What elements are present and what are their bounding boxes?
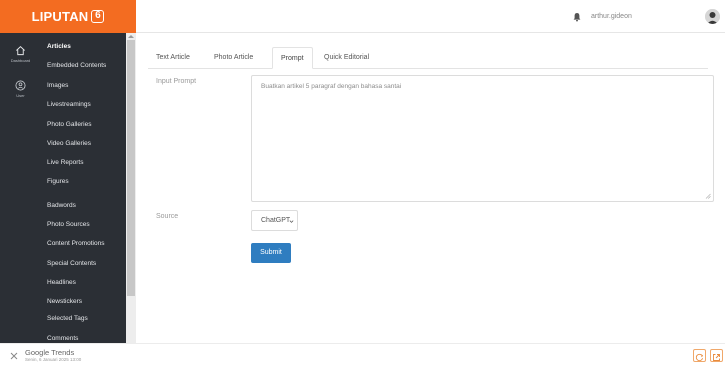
sidebar-item-comments[interactable]: Comments <box>47 335 78 342</box>
top-header: arthur.gideon <box>136 0 725 33</box>
sidebar-item-content-promotions[interactable]: Content Promotions <box>47 240 104 247</box>
rail-item-label: Dashboard <box>10 58 31 63</box>
source-select[interactable]: ChatGPT <box>251 210 298 231</box>
open-external-button[interactable] <box>710 349 723 362</box>
sidebar-item-figures[interactable]: Figures <box>47 178 69 185</box>
rail-item-user[interactable]: User <box>0 80 41 98</box>
open-external-icon <box>713 354 720 361</box>
refresh-icon <box>695 353 704 362</box>
sidebar-item-headlines[interactable]: Headlines <box>47 279 76 286</box>
sidebar-item-images[interactable]: Images <box>47 82 68 89</box>
icon-rail: Dashboard User <box>0 0 41 343</box>
sidebar-item-video-galleries[interactable]: Video Galleries <box>47 140 91 147</box>
sidebar-menu: Articles Embedded Contents Images Livest… <box>41 0 126 343</box>
user-icon <box>15 80 26 91</box>
logo-text: LIPUTAN <box>31 9 89 24</box>
close-icon[interactable] <box>10 352 18 360</box>
sidebar-item-special-contents[interactable]: Special Contents <box>47 260 96 267</box>
source-select-value: ChatGPT <box>261 217 291 224</box>
logo-badge: 6 <box>91 10 105 23</box>
sidebar-item-selected-tags[interactable]: Selected Tags <box>47 315 88 322</box>
sidebar-item-newstickers[interactable]: Newstickers <box>47 298 82 305</box>
logo-bar: LIPUTAN 6 <box>0 0 136 33</box>
sidebar-item-badwords[interactable]: Badwords <box>47 202 76 209</box>
sidebar-item-live-reports[interactable]: Live Reports <box>47 159 84 166</box>
avatar[interactable] <box>705 9 720 24</box>
sidebar-scrollbar-thumb[interactable] <box>127 40 135 296</box>
chevron-down-icon <box>289 220 294 223</box>
refresh-button[interactable] <box>693 349 706 362</box>
bell-icon[interactable] <box>572 12 582 22</box>
resize-handle-icon[interactable] <box>705 193 711 199</box>
scroll-up-arrow-icon[interactable] <box>128 35 134 38</box>
input-prompt-label: Input Prompt <box>156 78 197 85</box>
submit-button[interactable]: Submit <box>251 243 291 263</box>
notification-time: Senin, 6 Januari 2025 13:00 <box>25 357 82 362</box>
tab-prompt[interactable]: Prompt <box>272 47 313 69</box>
sidebar-item-articles[interactable]: Articles <box>47 43 71 50</box>
sidebar-item-photo-sources[interactable]: Photo Sources <box>47 221 90 228</box>
tab-quick-editorial[interactable]: Quick Editorial <box>316 47 377 69</box>
sidebar-item-embedded-contents[interactable]: Embedded Contents <box>47 62 106 69</box>
prompt-textarea[interactable]: Buatkan artikel 5 paragraf dengan bahasa… <box>251 75 714 202</box>
notification-bar: Google Trends Senin, 6 Januari 2025 13:0… <box>0 343 725 365</box>
brand-logo[interactable]: LIPUTAN 6 <box>0 0 136 33</box>
notification-title: Google Trends <box>25 348 75 357</box>
app-window: Dashboard User Articles Embedded Content… <box>0 0 725 343</box>
sidebar-item-photo-galleries[interactable]: Photo Galleries <box>47 121 91 128</box>
home-icon <box>16 46 25 56</box>
avatar-image-icon <box>705 9 720 24</box>
tab-photo-article[interactable]: Photo Article <box>206 47 261 69</box>
rail-item-dashboard[interactable]: Dashboard <box>0 45 41 63</box>
article-type-tabs: Text Article Photo Article Prompt Quick … <box>148 47 708 69</box>
tab-text-article[interactable]: Text Article <box>148 47 198 69</box>
source-label: Source <box>156 213 179 220</box>
sidebar-item-livestreamings[interactable]: Livestreamings <box>47 101 91 108</box>
rail-item-label: User <box>16 93 25 98</box>
username-link[interactable]: arthur.gideon <box>591 13 632 20</box>
